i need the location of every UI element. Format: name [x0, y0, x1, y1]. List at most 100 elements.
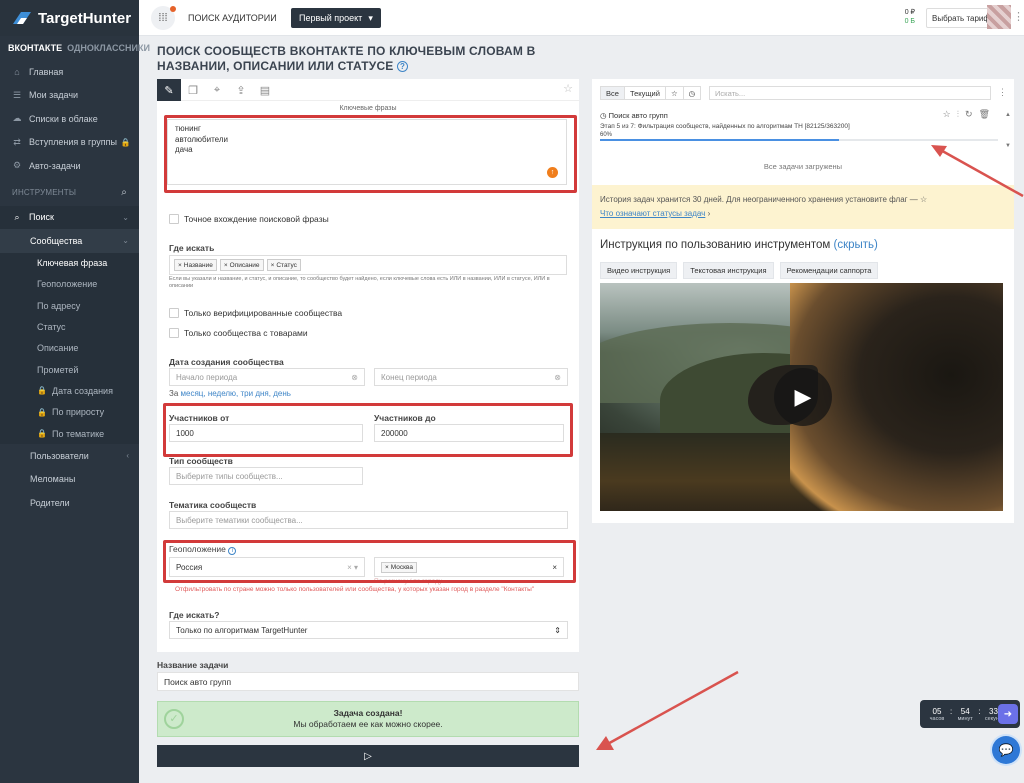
nav-item-topic[interactable]: 🔒 По тематике [0, 422, 139, 445]
where-tags-input[interactable]: × Название × Описание × Статус [169, 255, 567, 275]
keywords-textarea[interactable]: тюнинг автолюбители дача ↑ [167, 119, 567, 185]
network-ok[interactable]: ОДНОКЛАССНИКИ [67, 43, 150, 53]
nav-item-parents[interactable]: Родители [0, 491, 139, 515]
filter-icon[interactable]: ⫶ [957, 109, 959, 120]
exact-match-checkbox[interactable]: Точное вхождение поисковой фразы [169, 214, 329, 224]
star-icon[interactable]: ☆ [563, 82, 573, 95]
nav-label: Родители [30, 497, 70, 508]
help-icon[interactable]: ? [397, 61, 409, 73]
nav-item-cloud[interactable]: ☁ Списки в облаке [0, 107, 139, 131]
nav-label: Списки в облаке [29, 113, 98, 124]
checkbox-box[interactable] [169, 308, 179, 318]
nav-item-date[interactable]: 🔒 Дата создания [0, 380, 139, 402]
topic-select[interactable]: Выберите тематики сообщества... [169, 511, 568, 529]
star-filter-icon[interactable]: ☆ [666, 87, 684, 99]
more-vertical-icon[interactable]: ⋮ [998, 87, 1007, 98]
video-player[interactable]: ▶ [600, 283, 1003, 511]
where-hint: Если вы указали и название, и статус, и … [169, 276, 550, 289]
goods-checkbox[interactable]: Только сообщества с товарами [169, 328, 308, 338]
nav-item-auto[interactable]: ⚙ Авто-задачи [0, 154, 139, 178]
nav-item-prometheus[interactable]: Прометей [0, 358, 139, 381]
network-vk[interactable]: ВКОНТАКТЕ [8, 43, 62, 53]
star-icon[interactable]: ☆ [943, 109, 951, 120]
task-item[interactable]: ◷ Поиск авто групп Этап 5 из 7: Фильтрац… [600, 109, 1000, 141]
nav-item-search[interactable]: ⌕ Поиск ⌄ [0, 205, 139, 229]
search-where-select[interactable]: Только по алгоритмам TargetHunter ⇕ [169, 621, 568, 639]
nav-item-geo[interactable]: Геоположение [0, 273, 139, 296]
checkbox-box[interactable] [169, 214, 179, 224]
country-select[interactable]: Россия × ▾ [169, 557, 365, 577]
period-day-link[interactable]: день [273, 389, 291, 398]
timer-separator: : [978, 706, 981, 716]
task-name-input[interactable]: Поиск авто групп [157, 672, 579, 691]
date-end-input[interactable]: Конец периода ⊗ [374, 368, 568, 386]
arrow-right-icon[interactable]: ➜ [998, 704, 1018, 724]
nav-item-music[interactable]: Меломаны [0, 468, 139, 492]
nav-item-users[interactable]: Пользователи ‹ [0, 444, 139, 468]
hide-link[interactable]: (скрыть) [834, 239, 878, 251]
city-select[interactable]: × Москва × [374, 557, 564, 577]
tag-name[interactable]: × Название [174, 259, 217, 271]
date-start-input[interactable]: Начало периода ⊗ [169, 368, 365, 386]
tag-status[interactable]: × Статус [266, 259, 301, 271]
nav-item-status[interactable]: Статус [0, 316, 139, 338]
support-recommendations-button[interactable]: Рекомендации саппорта [779, 262, 879, 279]
period-3days-link[interactable]: три дня, [241, 389, 271, 398]
scroll-up-icon[interactable]: ▲ [1005, 112, 1011, 118]
placeholder: Начало периода [176, 372, 238, 382]
nav-item-address[interactable]: По адресу [0, 295, 139, 317]
tariff-button[interactable]: Выбрать тариф [926, 8, 996, 28]
video-instruction-button[interactable]: Видео инструкция [600, 262, 678, 279]
task-title: ◷ Поиск авто групп [600, 111, 1000, 120]
type-select[interactable]: Выберите типы сообществ... [169, 467, 363, 485]
clear-icon[interactable]: × [552, 563, 557, 572]
verified-checkbox[interactable]: Только верифицированные сообщества [169, 308, 342, 318]
book-tab-icon[interactable]: ▤ [253, 79, 277, 101]
checkbox-box[interactable] [169, 328, 179, 338]
members-to-input[interactable]: 200000 [374, 424, 564, 442]
scroll-down-icon[interactable]: ▼ [1005, 143, 1011, 149]
statuses-link[interactable]: Что означают статусы задач [600, 209, 705, 218]
edit-tab-icon[interactable]: ✎ [157, 79, 181, 101]
nav-item-home[interactable]: ⌂ Главная [0, 60, 139, 84]
check-icon: ✓ [164, 709, 184, 729]
nav-item-description[interactable]: Описание [0, 337, 139, 359]
project-select[interactable]: Первый проект ▾ [291, 8, 381, 28]
info-icon[interactable]: i [228, 547, 237, 555]
more-vertical-icon[interactable]: ⋮ [1013, 10, 1024, 23]
text-instruction-button[interactable]: Текстовая инструкция [683, 262, 774, 279]
play-icon[interactable]: ▶ [774, 368, 832, 426]
location-tab-icon[interactable]: ⌖ [205, 79, 229, 101]
tools-heading-label: ИНСТРУМЕНТЫ [12, 188, 77, 197]
refresh-icon[interactable]: ↻ [965, 109, 973, 120]
tasks-search-input[interactable]: Искать... [709, 86, 991, 100]
clear-caret-icon[interactable]: × ▾ [347, 563, 358, 572]
clear-icon[interactable]: ⊗ [351, 373, 358, 382]
nav-item-growth[interactable]: 🔒 По приросту [0, 401, 139, 423]
nav-item-join[interactable]: ⇄ Вступления в группы 🔒 [0, 131, 139, 155]
run-button[interactable]: ▷ [157, 745, 579, 767]
tab-all[interactable]: Все [601, 87, 625, 99]
upload-tab-icon[interactable]: ⇪ [229, 79, 253, 101]
upload-icon[interactable]: ↑ [547, 167, 558, 178]
nav-item-communities[interactable]: Сообщества ⌄ [0, 229, 139, 253]
search-icon[interactable]: ⌕ [121, 187, 127, 198]
checkbox-label: Только верифицированные сообщества [184, 308, 343, 318]
copy-tab-icon[interactable]: ❐ [181, 79, 205, 101]
nav-item-tasks[interactable]: ☰ Мои задачи [0, 84, 139, 108]
members-from-input[interactable]: 1000 [169, 424, 363, 442]
period-week-link[interactable]: неделю, [208, 389, 238, 398]
apps-grid-icon[interactable]: ⁞⁞⁞ [151, 6, 176, 30]
tab-current[interactable]: Текущий [625, 87, 666, 99]
logo[interactable]: TargetHunter [0, 0, 139, 36]
avatar[interactable] [987, 5, 1011, 29]
clear-icon[interactable]: ⊗ [554, 373, 561, 382]
period-month-link[interactable]: месяц, [181, 389, 206, 398]
clock-filter-icon[interactable]: ◷ [684, 87, 701, 99]
tag-description[interactable]: × Описание [219, 259, 264, 271]
nav-item-keyword[interactable]: Ключевая фраза [0, 252, 139, 274]
trash-icon[interactable]: 🗑 [979, 109, 990, 120]
city-tag[interactable]: × Москва [381, 561, 417, 573]
chat-icon[interactable]: 💬 [992, 736, 1020, 764]
tasks-icon: ☰ [12, 89, 22, 100]
